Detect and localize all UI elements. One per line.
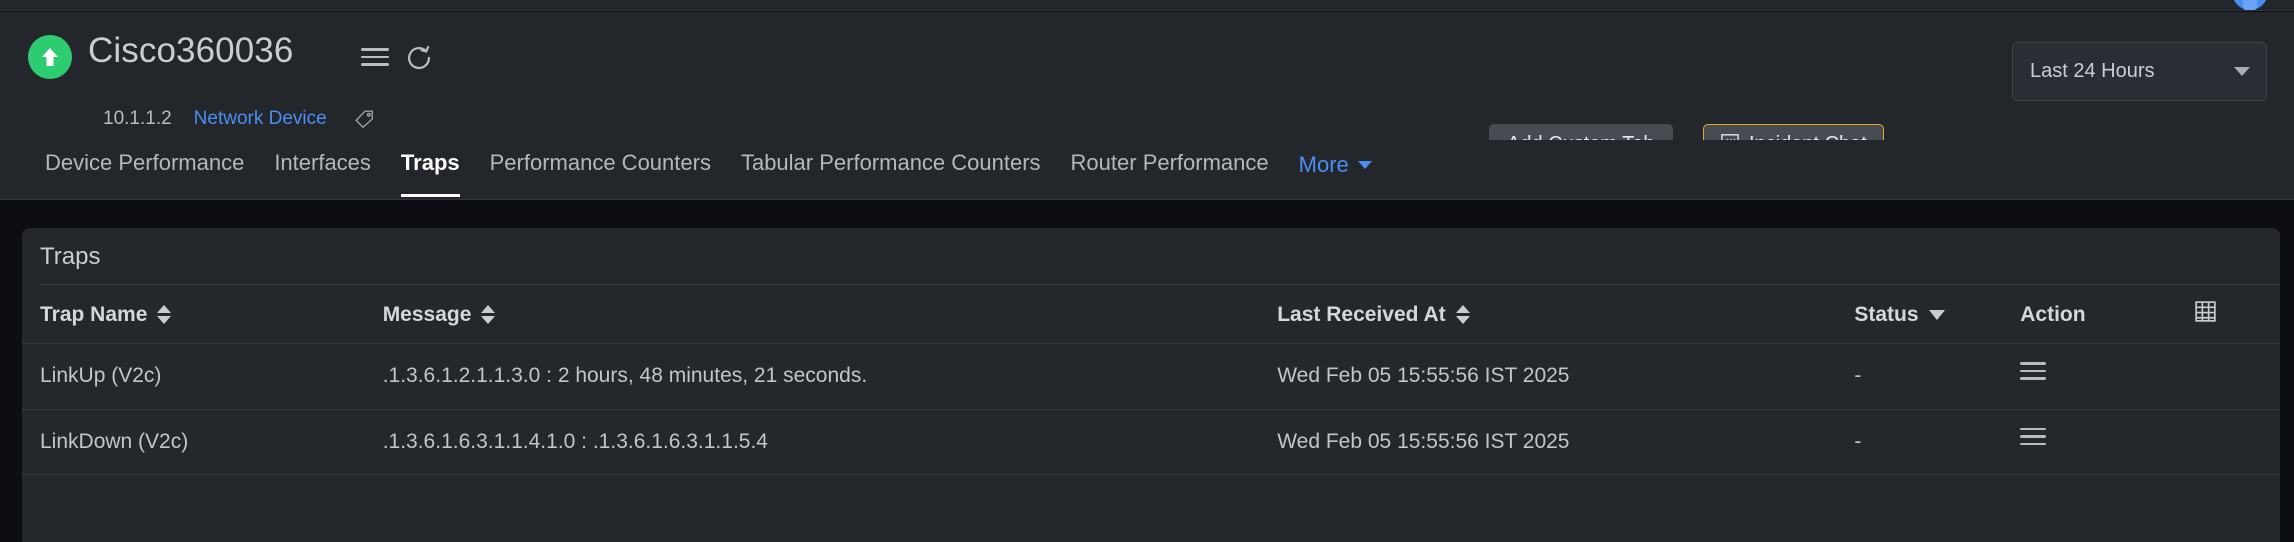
tab-tabular-performance-counters[interactable]: Tabular Performance Counters (741, 140, 1041, 197)
sort-icon[interactable] (481, 305, 496, 324)
column-label: Trap Name (40, 302, 148, 326)
cell-spacer (2193, 408, 2280, 475)
time-range-select[interactable]: Last 24 Hours (2012, 42, 2267, 101)
cell-spacer (2193, 343, 2280, 409)
column-label: Message (382, 302, 472, 326)
chevron-down-icon (2234, 67, 2250, 76)
column-header-action: Action (2020, 302, 2086, 326)
table-header-row: Trap Name Message Last Received At Statu… (22, 285, 2280, 344)
cell-message: .1.3.6.1.2.1.1.3.0 : 2 hours, 48 minutes… (382, 343, 1278, 409)
device-ip: 10.1.1.2 (103, 108, 172, 129)
grid-table-icon (2193, 301, 2218, 329)
tab-more[interactable]: More (1299, 140, 1372, 199)
tab-interfaces[interactable]: Interfaces (274, 140, 371, 197)
traps-table: Trap Name Message Last Received At Statu… (22, 285, 2280, 521)
cell-status: - (1854, 343, 2021, 409)
cell-action[interactable] (2020, 343, 2194, 409)
table-row-empty (22, 474, 2280, 521)
tab-device-performance[interactable]: Device Performance (45, 140, 244, 197)
column-chooser-button[interactable] (2193, 285, 2280, 344)
cell-last-received-at: Wed Feb 05 15:55:56 IST 2025 (1277, 408, 1855, 475)
table-row[interactable]: LinkUp (V2c) .1.3.6.1.2.1.1.3.0 : 2 hour… (22, 343, 2280, 409)
table-body: LinkUp (V2c) .1.3.6.1.2.1.1.3.0 : 2 hour… (22, 343, 2280, 521)
time-range-value: Last 24 Hours (2030, 60, 2155, 82)
page-title: Cisco360036 (88, 31, 294, 70)
cell-last-received-at: Wed Feb 05 15:55:56 IST 2025 (1277, 343, 1855, 409)
tag-icon[interactable] (353, 108, 375, 130)
user-avatar-icon[interactable] (2232, 0, 2268, 10)
row-menu-icon[interactable] (2020, 427, 2047, 451)
panel-title: Traps (40, 243, 101, 270)
more-label: More (1298, 152, 1349, 177)
sort-icon[interactable] (157, 305, 172, 324)
tab-performance-counters[interactable]: Performance Counters (490, 140, 711, 197)
device-type-link[interactable]: Network Device (194, 108, 327, 130)
column-header-trap-name[interactable]: Trap Name (22, 285, 383, 344)
chevron-down-icon (1357, 161, 1372, 169)
hamburger-icon[interactable] (361, 48, 389, 68)
device-header: Cisco360036 10.1.1.2 Network Device Last… (0, 12, 2294, 165)
column-header-status[interactable]: Status (1854, 285, 2020, 344)
column-label: Last Received At (1277, 302, 1446, 326)
tab-bar: Device Performance Interfaces Traps Perf… (0, 140, 2294, 200)
traps-panel: Traps Trap Name Message Last Received At… (22, 228, 2280, 542)
column-label: Status (1854, 302, 1919, 326)
sort-icon[interactable] (1455, 305, 1470, 324)
top-chrome-strip (0, 0, 2294, 11)
arrow-up-circle-icon (28, 35, 72, 79)
tab-traps[interactable]: Traps (400, 140, 460, 197)
tab-router-performance[interactable]: Router Performance (1071, 140, 1269, 197)
table-row[interactable]: LinkDown (V2c) .1.3.6.1.6.3.1.1.4.1.0 : … (22, 408, 2280, 475)
column-header-last-received-at[interactable]: Last Received At (1277, 285, 1854, 344)
row-menu-icon[interactable] (2020, 362, 2047, 385)
device-meta-row: 10.1.1.2 Network Device (103, 108, 375, 130)
cell-action[interactable] (2020, 408, 2194, 475)
sort-desc-icon[interactable] (1928, 309, 1945, 320)
cell-trap-name[interactable]: LinkDown (V2c) (22, 408, 383, 475)
refresh-icon[interactable] (405, 44, 433, 72)
cell-status: - (1854, 408, 2021, 475)
cell-trap-name[interactable]: LinkUp (V2c) (22, 343, 383, 409)
cell-message: .1.3.6.1.6.3.1.1.4.1.0 : .1.3.6.1.6.3.1.… (382, 408, 1278, 475)
column-header-message[interactable]: Message (383, 285, 1278, 344)
